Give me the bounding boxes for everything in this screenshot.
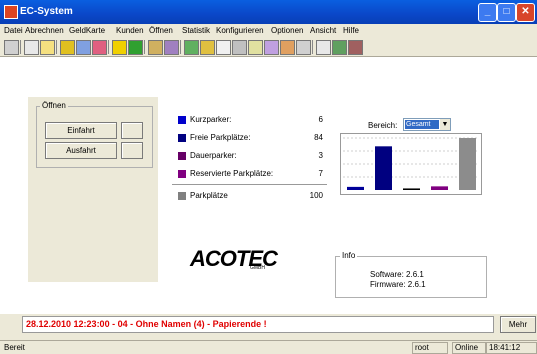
- bar-chart: [340, 133, 482, 195]
- status-message-box: 28.12.2010 12:23:00 - 04 - Ohne Namen (4…: [22, 316, 494, 333]
- people-icon[interactable]: [76, 40, 91, 55]
- chart-bar: [347, 186, 364, 190]
- chart-bar: [375, 146, 392, 190]
- firmware-version: Firmware: 2.6.1: [370, 280, 426, 289]
- stat-swatch: [178, 152, 186, 160]
- total-label: Parkplätze: [190, 191, 228, 200]
- chart-bar: [459, 138, 476, 190]
- menu-ansicht[interactable]: Ansicht: [310, 26, 336, 35]
- stat-value: 3: [318, 151, 323, 160]
- status-message: 28.12.2010 12:23:00 - 04 - Ohne Namen (4…: [26, 319, 267, 329]
- title-bar: EC-System _ □ ✕: [0, 0, 537, 24]
- stat-value: 7: [318, 169, 323, 178]
- maximize-button[interactable]: □: [497, 3, 516, 22]
- menu-hilfe[interactable]: Hilfe: [343, 26, 359, 35]
- exit-extra-button[interactable]: [121, 142, 143, 159]
- total-swatch: [178, 192, 186, 200]
- stat-label: Dauerparker:: [190, 151, 237, 160]
- open-group-title: Öffnen: [40, 101, 68, 110]
- status-time: 18:41:12: [486, 342, 537, 354]
- status-user: root: [412, 342, 448, 354]
- total-value: 100: [309, 191, 323, 200]
- more-button[interactable]: Mehr: [500, 316, 536, 333]
- stat-row-kurzparker: Kurzparker: 6: [178, 115, 323, 125]
- bereich-select[interactable]: Gesamt ▼: [403, 118, 451, 131]
- status-ready: Bereit: [4, 343, 25, 352]
- menu-statistik[interactable]: Statistik: [182, 26, 210, 35]
- entry-extra-button[interactable]: [121, 122, 143, 139]
- toolbar: [0, 38, 537, 57]
- chart-bar: [403, 188, 420, 190]
- filter-icon[interactable]: [232, 40, 247, 55]
- chart-icon[interactable]: [184, 40, 199, 55]
- info-title: Info: [340, 251, 358, 260]
- network-icon[interactable]: [264, 40, 279, 55]
- stat-value: 84: [314, 133, 323, 142]
- status-mode: Online: [452, 342, 486, 354]
- menu-oeffnen[interactable]: Öffnen: [149, 26, 173, 35]
- clock-icon[interactable]: [296, 40, 311, 55]
- chevron-down-icon[interactable]: ▼: [440, 119, 450, 130]
- menu-geldkarte[interactable]: GeldKarte: [69, 26, 105, 35]
- stop-icon[interactable]: [92, 40, 107, 55]
- stat-label: Kurzparker:: [190, 115, 232, 124]
- gate-icon[interactable]: [248, 40, 263, 55]
- menu-datei[interactable]: Datei: [4, 26, 23, 35]
- menu-kunden[interactable]: Kunden: [116, 26, 144, 35]
- stat-swatch: [178, 116, 186, 124]
- stat-row-reservierte-parkplaetze: Reservierte Parkplätze: 7: [178, 169, 323, 179]
- stat-row-total: Parkplätze 100: [178, 191, 323, 201]
- close-button[interactable]: ✕: [516, 3, 535, 22]
- menu-abrechnen[interactable]: Abrechnen: [25, 26, 64, 35]
- car-icon[interactable]: [128, 40, 143, 55]
- card-icon[interactable]: [60, 40, 75, 55]
- app-icon: [4, 5, 18, 19]
- document-icon[interactable]: [216, 40, 231, 55]
- stat-row-dauerparker: Dauerparker: 3: [178, 151, 323, 161]
- cash-icon[interactable]: [332, 40, 347, 55]
- chart-svg: [343, 137, 479, 190]
- menu-optionen[interactable]: Optionen: [271, 26, 303, 35]
- print-icon[interactable]: [4, 40, 19, 55]
- info-icon[interactable]: [348, 40, 363, 55]
- minimize-button[interactable]: _: [478, 3, 497, 22]
- menu-bar: Datei Abrechnen GeldKarte Kunden Öffnen …: [0, 24, 537, 38]
- menu-konfigurieren[interactable]: Konfigurieren: [216, 26, 264, 35]
- stat-swatch: [178, 170, 186, 178]
- stat-row-freie-parkplaetze: Freie Parkplätze: 84: [178, 133, 323, 143]
- users-icon[interactable]: [148, 40, 163, 55]
- open-icon[interactable]: [200, 40, 215, 55]
- logo-sub: GMBH: [250, 265, 265, 271]
- bereich-label: Bereich:: [368, 121, 398, 130]
- disabled-icon-2[interactable]: [316, 40, 331, 55]
- acotec-logo: ACOTEC GMBH: [190, 246, 290, 271]
- entry-button[interactable]: Einfahrt: [45, 122, 117, 139]
- key-icon[interactable]: [40, 40, 55, 55]
- bereich-selected: Gesamt: [405, 120, 439, 129]
- stat-swatch: [178, 134, 186, 142]
- monitor-icon[interactable]: [280, 40, 295, 55]
- config-icon[interactable]: [164, 40, 179, 55]
- stat-label: Reservierte Parkplätze:: [190, 169, 274, 178]
- stat-label: Freie Parkplätze:: [190, 133, 251, 142]
- stat-value: 6: [318, 115, 323, 124]
- status-bar: Bereit root Online 18:41:12: [0, 340, 537, 354]
- divider: [172, 184, 327, 185]
- chart-bar: [431, 186, 448, 190]
- software-version: Software: 2.6.1: [370, 270, 424, 279]
- window-title: EC-System: [20, 6, 73, 17]
- disabled-icon[interactable]: [24, 40, 39, 55]
- exit-button[interactable]: Ausfahrt: [45, 142, 117, 159]
- ticket-icon[interactable]: [112, 40, 127, 55]
